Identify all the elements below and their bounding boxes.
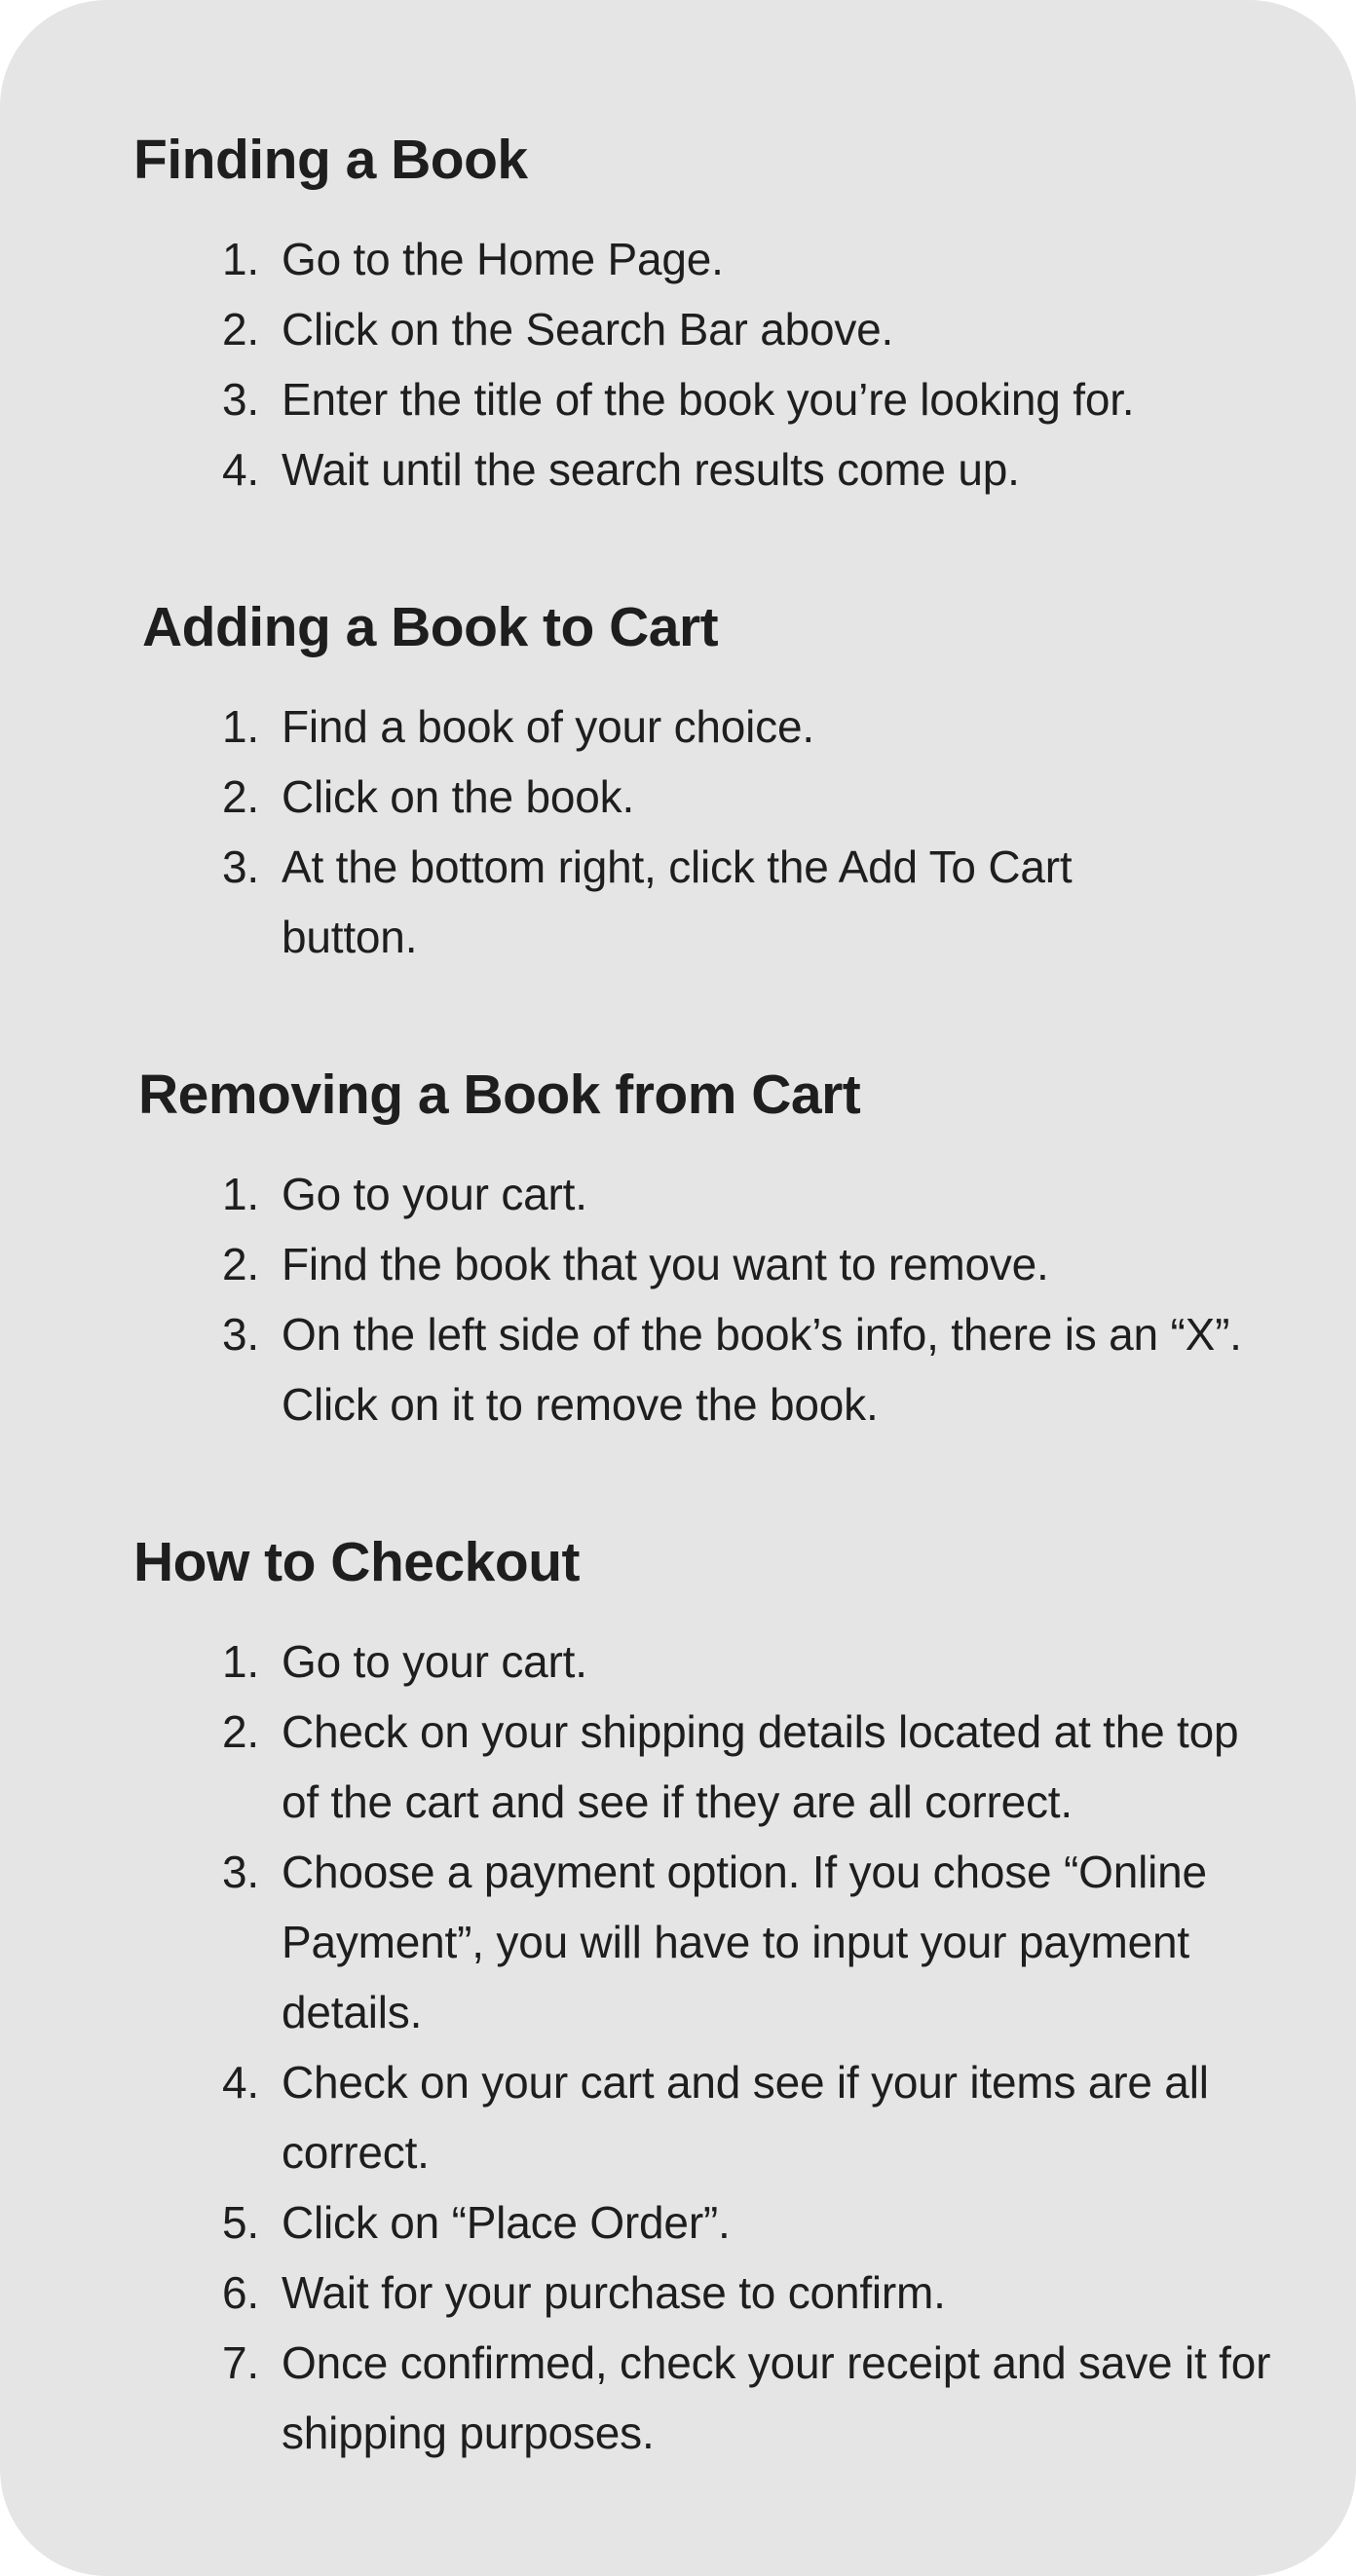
step-number: 4. <box>222 444 259 495</box>
step-number: 5. <box>222 2197 259 2248</box>
step-number: 1. <box>222 701 259 752</box>
step-text: Go to your cart. <box>282 1169 587 1219</box>
step-number: 3. <box>222 841 259 892</box>
list-item: 7. Once confirmed, check your receipt and… <box>0 2328 1356 2468</box>
steps-list: 1. Go to your cart. 2. Check on your shipp… <box>0 1626 1356 2468</box>
step-number: 2. <box>222 1706 259 1757</box>
step-text: Choose a payment option. If you chose “O… <box>282 1847 1207 2037</box>
list-item: 3. On the left side of the book’s info, t… <box>0 1299 1356 1439</box>
list-item: 3. Enter the title of the book you’re loo… <box>0 364 1356 434</box>
step-number: 2. <box>222 304 259 355</box>
steps-list: 1. Go to the Home Page. 2. Click on the Se… <box>0 224 1356 504</box>
step-number: 2. <box>222 1239 259 1289</box>
step-number: 1. <box>222 1636 259 1687</box>
steps-list: 1. Go to your cart. 2. Find the book that … <box>0 1159 1356 1439</box>
list-item: 3. Choose a payment option. If you chose … <box>0 1837 1356 2047</box>
list-item: 1. Find a book of your choice. <box>0 691 1356 762</box>
step-number: 4. <box>222 2057 259 2108</box>
section-title: Adding a Book to Cart <box>142 596 719 658</box>
step-text: Click on the book. <box>282 771 635 822</box>
step-number: 1. <box>222 1169 259 1219</box>
list-item: 5. Click on “Place Order”. <box>0 2187 1356 2258</box>
list-item: 1. Go to your cart. <box>0 1626 1356 1697</box>
step-text: Enter the title of the book you’re looki… <box>282 374 1135 425</box>
step-text: Wait until the search results come up. <box>282 444 1020 495</box>
section-title: How to Checkout <box>133 1531 581 1593</box>
step-number: 1. <box>222 234 259 284</box>
list-item: 4. Wait until the search results come up. <box>0 434 1356 504</box>
step-number: 7. <box>222 2337 259 2388</box>
step-number: 3. <box>222 1309 259 1360</box>
step-number: 6. <box>222 2267 259 2318</box>
step-text: At the bottom right, click the Add To Ca… <box>282 841 1073 962</box>
list-item: 3. At the bottom right, click the Add To … <box>0 832 1356 972</box>
list-item: 1. Go to the Home Page. <box>0 224 1356 294</box>
list-item: 1. Go to your cart. <box>0 1159 1356 1229</box>
step-number: 3. <box>222 374 259 425</box>
list-item: 4. Check on your cart and see if your ite… <box>0 2047 1356 2187</box>
step-number: 3. <box>222 1847 259 1897</box>
step-text: Go to the Home Page. <box>282 234 724 284</box>
step-text: Click on “Place Order”. <box>282 2197 731 2248</box>
help-card: Finding a Book 1. Go to the Home Page. 2.… <box>0 0 1356 2576</box>
step-text: Find the book that you want to remove. <box>282 1239 1049 1289</box>
step-text: On the left side of the book’s info, the… <box>282 1309 1242 1430</box>
step-text: Go to your cart. <box>282 1636 587 1687</box>
step-text: Wait for your purchase to confirm. <box>282 2267 946 2318</box>
step-text: Check on your shipping details located a… <box>282 1706 1239 1827</box>
steps-list: 1. Find a book of your choice. 2. Click on… <box>0 691 1356 972</box>
section-title: Finding a Book <box>133 129 528 191</box>
step-number: 2. <box>222 771 259 822</box>
list-item: 2. Click on the book. <box>0 762 1356 832</box>
step-text: Click on the Search Bar above. <box>282 304 894 355</box>
list-item: 2. Find the book that you want to remove. <box>0 1229 1356 1299</box>
section-title: Removing a Book from Cart <box>138 1064 861 1126</box>
list-item: 2. Check on your shipping details located… <box>0 1697 1356 1837</box>
step-text: Check on your cart and see if your items… <box>282 2057 1209 2178</box>
step-text: Find a book of your choice. <box>282 701 814 752</box>
step-text: Once confirmed, check your receipt and s… <box>282 2337 1271 2458</box>
list-item: 6. Wait for your purchase to confirm. <box>0 2258 1356 2328</box>
list-item: 2. Click on the Search Bar above. <box>0 294 1356 364</box>
